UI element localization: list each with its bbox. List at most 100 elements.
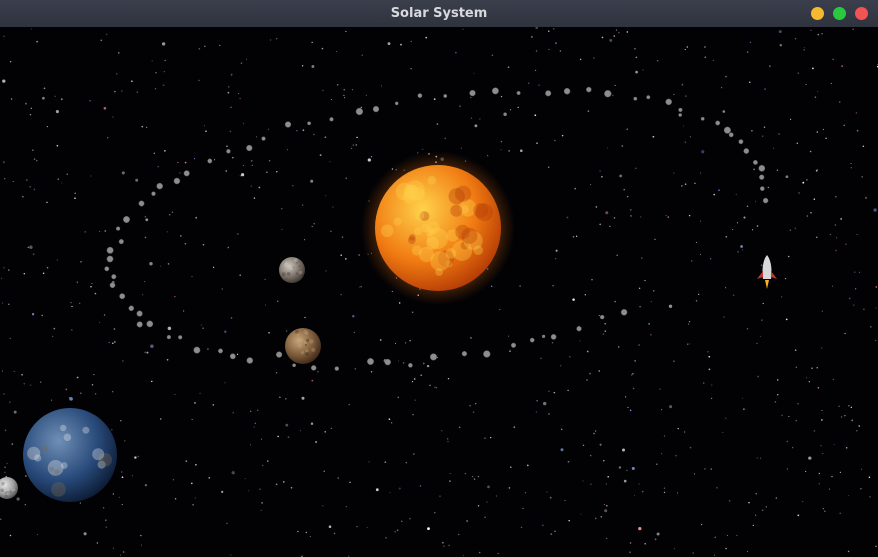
star xyxy=(56,144,59,147)
star xyxy=(728,500,731,502)
star xyxy=(822,507,825,510)
star xyxy=(499,309,501,311)
star xyxy=(858,425,861,427)
star xyxy=(283,481,285,483)
game-viewport[interactable] xyxy=(0,27,878,557)
rocket[interactable] xyxy=(757,255,777,289)
star xyxy=(184,242,187,245)
star xyxy=(29,245,33,249)
star xyxy=(405,342,407,344)
star xyxy=(815,170,818,172)
star xyxy=(626,195,629,198)
star xyxy=(809,150,812,153)
star xyxy=(874,339,877,342)
asteroid xyxy=(104,266,110,272)
star xyxy=(105,526,107,528)
star xyxy=(30,107,33,109)
star xyxy=(391,290,393,293)
star xyxy=(589,372,591,375)
star xyxy=(117,52,120,54)
star xyxy=(838,405,840,408)
star xyxy=(250,160,253,162)
star xyxy=(154,88,157,90)
star xyxy=(484,437,486,439)
star xyxy=(572,236,575,238)
star xyxy=(638,287,641,289)
star xyxy=(340,254,342,256)
star xyxy=(358,254,360,256)
star xyxy=(656,463,658,465)
star xyxy=(25,475,27,477)
star xyxy=(113,341,116,343)
planet-small-gray[interactable] xyxy=(279,257,305,283)
star xyxy=(409,339,411,342)
star xyxy=(360,106,363,109)
star xyxy=(112,342,114,345)
star xyxy=(436,387,438,389)
asteroid xyxy=(106,246,114,254)
star xyxy=(3,267,5,269)
star xyxy=(708,368,711,371)
star xyxy=(237,233,239,235)
star xyxy=(767,186,770,189)
star xyxy=(621,145,624,147)
star xyxy=(121,90,123,92)
star xyxy=(619,174,623,178)
star xyxy=(76,376,79,379)
star xyxy=(786,468,788,470)
star xyxy=(69,397,73,401)
close-button[interactable] xyxy=(855,7,868,20)
star xyxy=(635,56,638,59)
asteroid xyxy=(307,121,312,126)
star xyxy=(847,550,850,553)
star xyxy=(259,488,261,491)
star xyxy=(848,297,851,300)
game-window: Solar System xyxy=(0,0,878,557)
title-bar[interactable]: Solar System xyxy=(0,0,878,28)
star xyxy=(257,409,259,411)
star xyxy=(311,225,313,228)
star xyxy=(375,488,379,492)
star xyxy=(444,137,446,139)
star xyxy=(510,466,512,468)
star xyxy=(821,419,823,421)
star xyxy=(42,96,45,100)
star xyxy=(756,342,758,344)
star xyxy=(4,471,6,474)
star xyxy=(656,532,660,536)
star xyxy=(821,347,823,349)
minimize-button[interactable] xyxy=(811,7,824,20)
star xyxy=(676,492,678,494)
star xyxy=(384,461,387,463)
star xyxy=(319,154,322,156)
star xyxy=(56,259,58,261)
star xyxy=(53,327,56,330)
star xyxy=(36,160,38,162)
star xyxy=(135,178,139,182)
star xyxy=(344,97,346,99)
star xyxy=(230,106,232,109)
star xyxy=(604,330,607,332)
star xyxy=(229,130,232,133)
star xyxy=(732,228,734,231)
star xyxy=(185,460,188,463)
planet-brown[interactable] xyxy=(285,328,321,364)
star xyxy=(675,455,677,457)
star xyxy=(470,337,472,339)
star xyxy=(102,507,105,509)
star xyxy=(660,408,663,411)
star xyxy=(324,136,327,139)
star xyxy=(113,328,116,330)
star xyxy=(586,379,588,381)
star xyxy=(797,514,800,517)
star xyxy=(686,343,689,345)
maximize-button[interactable] xyxy=(833,7,846,20)
star xyxy=(387,42,391,46)
star xyxy=(161,42,166,46)
star xyxy=(832,378,834,380)
star xyxy=(410,40,412,42)
star xyxy=(345,177,348,180)
star xyxy=(555,258,557,260)
star xyxy=(23,383,25,385)
star xyxy=(824,510,826,512)
